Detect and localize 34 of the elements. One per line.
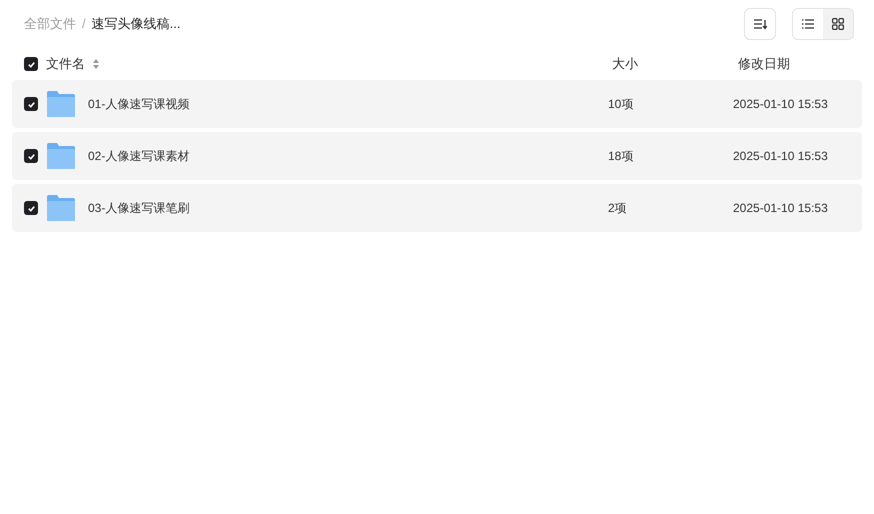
checkmark-icon xyxy=(26,60,36,68)
column-header: 大小 xyxy=(612,55,639,74)
checkbox[interactable] xyxy=(24,149,38,163)
folder-icon xyxy=(46,194,76,222)
file-name: 01-人像速写课视频 xyxy=(88,96,190,113)
column-header: 修改日期 xyxy=(738,55,790,74)
checkbox[interactable] xyxy=(24,97,38,111)
file-row[interactable]: 02-人像速写课素材 18项 2025-01-10 15:53 xyxy=(12,132,862,180)
file-size: 2项 xyxy=(608,200,628,217)
grid-view-button[interactable] xyxy=(823,9,853,39)
checkmark-icon xyxy=(26,152,36,160)
file-size: 18项 xyxy=(608,148,634,165)
file-name: 02-人像速写课素材 xyxy=(88,148,190,165)
modified-date: 2025-01-10 15:53 xyxy=(733,148,828,165)
sort-button[interactable] xyxy=(744,8,776,40)
grid-icon xyxy=(832,18,844,30)
breadcrumb-item[interactable]: 速写头像线稿... xyxy=(92,14,180,34)
file-name: 03-人像速写课笔刷 xyxy=(88,200,190,217)
column-header[interactable]: 文件名 xyxy=(46,54,85,74)
modified-date: 2025-01-10 15:53 xyxy=(733,96,828,113)
sort-arrows-icon[interactable] xyxy=(93,59,99,69)
sort-icon xyxy=(753,18,767,30)
breadcrumb-separator: / xyxy=(82,15,86,34)
checkbox[interactable] xyxy=(24,57,38,71)
list-icon xyxy=(802,19,814,29)
checkmark-icon xyxy=(26,100,36,108)
checkmark-icon xyxy=(26,204,36,212)
folder-icon xyxy=(46,142,76,170)
file-size: 10项 xyxy=(608,96,634,113)
checkbox[interactable] xyxy=(24,201,38,215)
file-row[interactable]: 01-人像速写课视频 10项 2025-01-10 15:53 xyxy=(12,80,862,128)
folder-icon xyxy=(46,90,76,118)
modified-date: 2025-01-10 15:53 xyxy=(733,200,828,217)
file-row[interactable]: 03-人像速写课笔刷 2项 2025-01-10 15:53 xyxy=(12,184,862,232)
